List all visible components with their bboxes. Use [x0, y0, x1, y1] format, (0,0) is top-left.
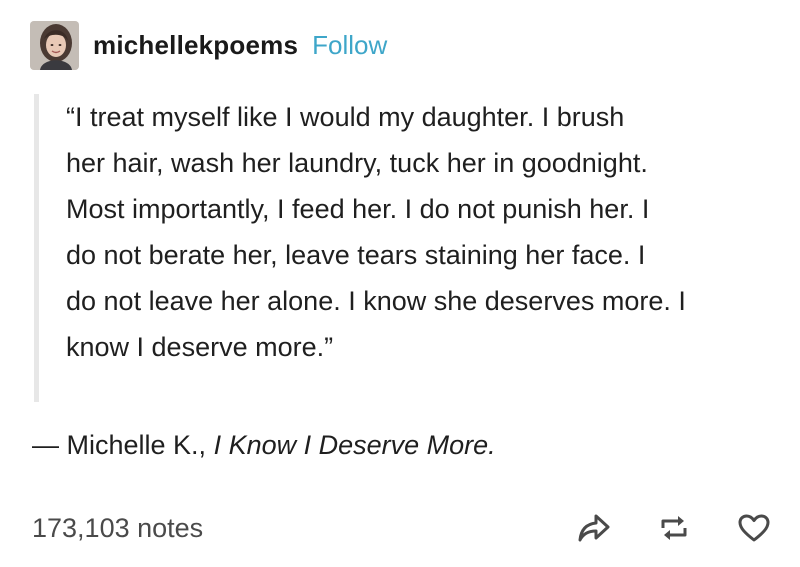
follow-button[interactable]: Follow: [312, 30, 387, 61]
attribution: — Michelle K., I Know I Deserve More.: [32, 430, 496, 461]
attribution-title: I Know I Deserve More.: [213, 430, 496, 460]
quote-line: her hair, wash her laundry, tuck her in …: [66, 148, 648, 178]
attribution-author: — Michelle K.,: [32, 430, 214, 460]
share-arrow-icon[interactable]: [576, 510, 612, 546]
post-header: michellekpoems Follow: [30, 18, 387, 72]
quote-line: do not leave her alone. I know she deser…: [66, 286, 686, 316]
heart-icon[interactable]: [736, 510, 772, 546]
quote-line: “I treat myself like I would my daughter…: [66, 102, 625, 132]
blockquote-bar: [34, 94, 39, 402]
quote-line: know I deserve more.”: [66, 332, 334, 362]
notes-count[interactable]: 173,103 notes: [32, 513, 203, 544]
quote-line: do not berate her, leave tears staining …: [66, 240, 646, 270]
reblog-icon[interactable]: [656, 510, 692, 546]
post-actions: [576, 510, 772, 546]
quote-line: Most importantly, I feed her. I do not p…: [66, 194, 650, 224]
quote-text: “I treat myself like I would my daughter…: [66, 94, 766, 370]
post-footer: 173,103 notes: [32, 508, 772, 548]
avatar-image: [30, 20, 79, 70]
username[interactable]: michellekpoems: [93, 30, 298, 61]
avatar[interactable]: [30, 20, 79, 70]
